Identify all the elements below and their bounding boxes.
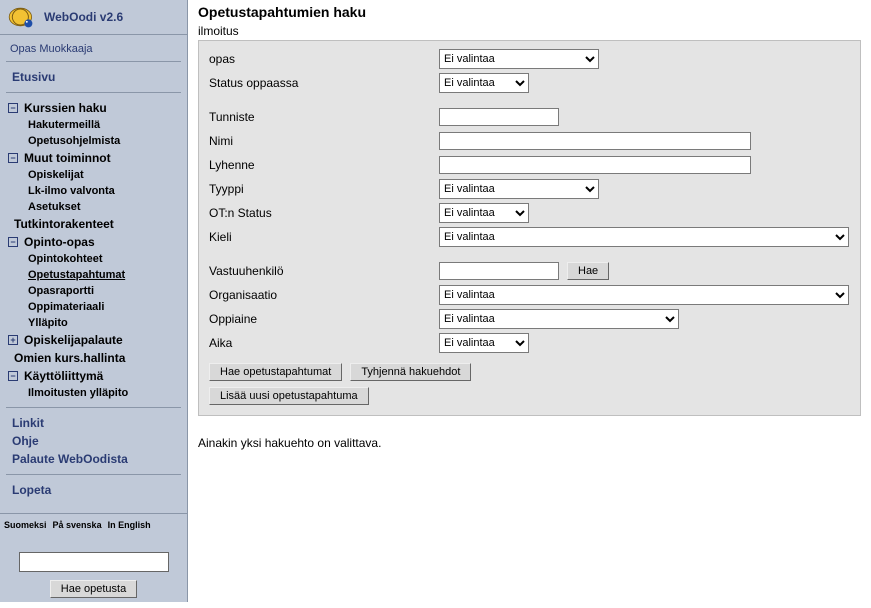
nav-group-opinto-opas[interactable]: − Opinto-opas <box>6 233 181 251</box>
current-user: Opas Muokkaaja <box>0 35 187 61</box>
nav-yllapito[interactable]: Ylläpito <box>6 315 181 331</box>
label-nimi: Nimi <box>209 134 439 148</box>
nav-home[interactable]: Etusivu <box>6 68 181 86</box>
language-switcher: Suomeksi På svenska In English <box>0 513 187 536</box>
label-tyyppi: Tyyppi <box>209 182 439 196</box>
nav-asetukset[interactable]: Asetukset <box>6 199 181 215</box>
ilmoitus-label: ilmoitus <box>198 24 861 38</box>
nav-palaute[interactable]: Palaute WebOodista <box>6 450 181 468</box>
nav-group-muut-toiminnot[interactable]: − Muut toiminnot <box>6 149 181 167</box>
weboodi-logo <box>6 4 38 30</box>
nav: Etusivu − Kurssien haku Hakutermeillä Op… <box>0 61 187 513</box>
nav-opetustapahtumat[interactable]: Opetustapahtumat <box>6 267 181 283</box>
nav-group-kayttoliittyma[interactable]: − Käyttöliittymä <box>6 367 181 385</box>
label-opas: opas <box>209 52 439 66</box>
select-status-oppaassa[interactable]: Ei valintaa <box>439 73 529 93</box>
label-vastuuhenkilo: Vastuuhenkilö <box>209 264 439 278</box>
sidebar: WebOodi v2.6 Opas Muokkaaja Etusivu − Ku… <box>0 0 188 602</box>
select-aika[interactable]: Ei valintaa <box>439 333 529 353</box>
input-vastuuhenkilo[interactable] <box>439 262 559 280</box>
nav-group-label: Opinto-opas <box>24 235 95 249</box>
main-content: Opetustapahtumien haku ilmoitus opas Ei … <box>188 0 871 602</box>
nav-group-label: Muut toiminnot <box>24 151 111 165</box>
select-organisaatio[interactable]: Ei valintaa <box>439 285 849 305</box>
label-ot-status: OT:n Status <box>209 206 439 220</box>
validation-message: Ainakin yksi hakuehto on valittava. <box>198 436 861 450</box>
nav-ohje[interactable]: Ohje <box>6 432 181 450</box>
button-tyhjenna[interactable]: Tyhjennä hakuehdot <box>350 363 471 381</box>
nav-tutkintorakenteet[interactable]: Tutkintorakenteet <box>6 215 181 233</box>
nav-lopeta[interactable]: Lopeta <box>6 481 181 499</box>
nav-opasraportti[interactable]: Opasraportti <box>6 283 181 299</box>
collapse-icon: − <box>8 103 18 113</box>
nav-group-opiskelijapalaute[interactable]: + Opiskelijapalaute <box>6 331 181 349</box>
search-form: opas Ei valintaa Status oppaassa Ei vali… <box>198 40 861 416</box>
collapse-icon: − <box>8 153 18 163</box>
select-oppiaine[interactable]: Ei valintaa <box>439 309 679 329</box>
nav-opetusohjelmista[interactable]: Opetusohjelmista <box>6 133 181 149</box>
collapse-icon: − <box>8 371 18 381</box>
nav-linkit[interactable]: Linkit <box>6 414 181 432</box>
label-kieli: Kieli <box>209 230 439 244</box>
nav-group-label: Kurssien haku <box>24 101 107 115</box>
label-lyhenne: Lyhenne <box>209 158 439 172</box>
select-tyyppi[interactable]: Ei valintaa <box>439 179 599 199</box>
select-ot-status[interactable]: Ei valintaa <box>439 203 529 223</box>
nav-group-label: Opiskelijapalaute <box>24 333 123 347</box>
sidebar-search-button[interactable]: Hae opetusta <box>50 580 137 598</box>
input-lyhenne[interactable] <box>439 156 751 174</box>
brand-bar: WebOodi v2.6 <box>0 0 187 35</box>
page-title: Opetustapahtumien haku <box>198 4 861 20</box>
label-status-oppaassa: Status oppaassa <box>209 76 439 90</box>
nav-ilmoitusten-yllapito[interactable]: Ilmoitusten ylläpito <box>6 385 181 401</box>
input-tunniste[interactable] <box>439 108 559 126</box>
button-lisaa-uusi[interactable]: Lisää uusi opetustapahtuma <box>209 387 369 405</box>
nav-group-label: Käyttöliittymä <box>24 369 103 383</box>
nav-omien-kurs[interactable]: Omien kurs.hallinta <box>6 349 181 367</box>
nav-opintokohteet[interactable]: Opintokohteet <box>6 251 181 267</box>
nav-hakutermeilla[interactable]: Hakutermeillä <box>6 117 181 133</box>
select-opas[interactable]: Ei valintaa <box>439 49 599 69</box>
sidebar-search: Hae opetusta <box>0 536 187 608</box>
nav-group-kurssien-haku[interactable]: − Kurssien haku <box>6 99 181 117</box>
label-aika: Aika <box>209 336 439 350</box>
button-hae-vastuuhenkilo[interactable]: Hae <box>567 262 609 280</box>
sidebar-search-input[interactable] <box>19 552 169 572</box>
select-kieli[interactable]: Ei valintaa <box>439 227 849 247</box>
label-organisaatio: Organisaatio <box>209 288 439 302</box>
expand-icon: + <box>8 335 18 345</box>
nav-oppimateriaali[interactable]: Oppimateriaali <box>6 299 181 315</box>
lang-en[interactable]: In English <box>108 520 151 530</box>
brand-title: WebOodi v2.6 <box>44 10 123 24</box>
nav-lk-ilmo[interactable]: Lk-ilmo valvonta <box>6 183 181 199</box>
label-tunniste: Tunniste <box>209 110 439 124</box>
lang-fi[interactable]: Suomeksi <box>4 520 47 530</box>
nav-opiskelijat[interactable]: Opiskelijat <box>6 167 181 183</box>
label-oppiaine: Oppiaine <box>209 312 439 326</box>
collapse-icon: − <box>8 237 18 247</box>
input-nimi[interactable] <box>439 132 751 150</box>
lang-sv[interactable]: På svenska <box>53 520 102 530</box>
button-hae-opetustapahtumat[interactable]: Hae opetustapahtumat <box>209 363 342 381</box>
